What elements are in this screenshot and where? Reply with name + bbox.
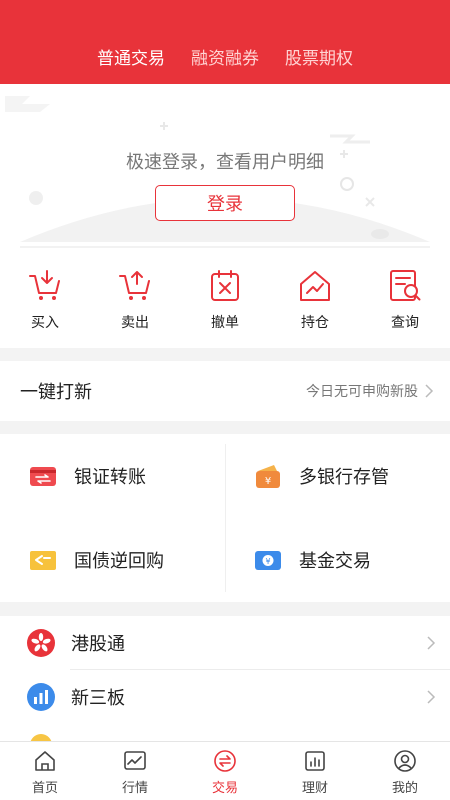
list-item-hk-connect[interactable]: 港股通 (0, 616, 450, 669)
quick-action-label: 查询 (391, 315, 419, 331)
neeq-icon (27, 682, 55, 711)
quick-action-query[interactable]: 查询 (360, 258, 450, 348)
chevron-right-icon (427, 689, 436, 704)
bottom-tab-bar: 首页 行情 交易 理财 我的 (0, 741, 450, 800)
ipo-subscribe-row[interactable]: 一键打新 今日无可申购新股 (0, 361, 450, 421)
holdings-icon (300, 271, 330, 301)
service-label: 银证转账 (74, 467, 146, 488)
tab-stock-options[interactable]: 股票期权 (285, 44, 353, 69)
wallet-icon: ¥ (256, 465, 280, 488)
quick-action-buy[interactable]: 买入 (0, 258, 90, 348)
list-item-label: 新三板 (71, 687, 125, 709)
service-label: 多银行存管 (299, 467, 389, 488)
service-reverse-repo[interactable]: 国债逆回购 (0, 518, 225, 602)
profile-icon (394, 750, 416, 772)
tab-normal-trade[interactable]: 普通交易 (97, 44, 165, 69)
tabbar-label: 理财 (301, 781, 328, 796)
hk-connect-icon (27, 628, 55, 657)
quick-action-cancel[interactable]: 撤单 (180, 258, 270, 348)
cancel-order-icon (211, 270, 239, 301)
fund-icon: ¥ (255, 551, 281, 570)
tabbar-wealth[interactable]: 理财 (270, 742, 360, 800)
transfer-icon (30, 467, 56, 486)
tabbar-home[interactable]: 首页 (0, 742, 90, 800)
list-item-neeq[interactable]: 新三板 (0, 670, 450, 723)
service-fund-trade[interactable]: ¥ 基金交易 (225, 518, 450, 602)
service-label: 国债逆回购 (74, 551, 164, 572)
service-multi-bank[interactable]: ¥ 多银行存管 (225, 434, 450, 518)
quick-actions-bar: 买入 卖出 撤单 持仓 查询 (0, 258, 450, 348)
ipo-status: 今日无可申购新股 (306, 381, 434, 401)
svg-text:¥: ¥ (265, 557, 270, 566)
repo-icon (30, 551, 56, 570)
tabbar-label: 交易 (211, 781, 238, 796)
trade-icon (214, 750, 236, 772)
services-grid: 银证转账 ¥ 多银行存管 国债逆回购 ¥ 基金交易 (0, 434, 450, 602)
service-label: 基金交易 (299, 551, 371, 572)
cart-out-icon (119, 271, 150, 300)
tabbar-label: 我的 (391, 781, 418, 796)
market-icon (124, 751, 146, 770)
ipo-status-text: 今日无可申购新股 (306, 384, 418, 400)
chevron-right-icon (425, 384, 434, 398)
tabbar-label: 首页 (31, 781, 58, 796)
quick-action-sell[interactable]: 卖出 (90, 258, 180, 348)
svg-text:¥: ¥ (265, 476, 271, 487)
app-header: 普通交易 融资融券 股票期权 (0, 0, 450, 84)
chevron-right-icon (427, 635, 436, 650)
quick-action-holdings[interactable]: 持仓 (270, 258, 360, 348)
login-button[interactable]: 登录 (155, 185, 295, 221)
wealth-icon (305, 751, 325, 771)
quick-action-label: 买入 (31, 315, 59, 331)
quick-action-label: 撤单 (211, 315, 239, 331)
login-prompt-text: 极速登录，查看用户明细 (126, 152, 324, 173)
tab-margin-trading[interactable]: 融资融券 (191, 44, 259, 69)
quick-action-label: 卖出 (121, 315, 149, 331)
list-item-label: 港股通 (71, 633, 125, 655)
quick-action-label: 持仓 (301, 315, 329, 331)
tabbar-market[interactable]: 行情 (90, 742, 180, 800)
tabbar-trade[interactable]: 交易 (180, 742, 270, 800)
tabbar-label: 行情 (121, 781, 148, 796)
service-bank-transfer[interactable]: 银证转账 (0, 434, 225, 518)
ipo-title: 一键打新 (20, 382, 92, 403)
market-access-list: 港股通 新三板 (0, 616, 450, 756)
home-icon (35, 751, 55, 771)
login-banner: 极速登录，查看用户明细 登录 (0, 84, 450, 258)
tabbar-profile[interactable]: 我的 (360, 742, 450, 800)
cart-in-icon (29, 270, 60, 300)
query-icon (390, 270, 421, 301)
trade-type-tabs: 普通交易 融资融券 股票期权 (0, 44, 450, 69)
